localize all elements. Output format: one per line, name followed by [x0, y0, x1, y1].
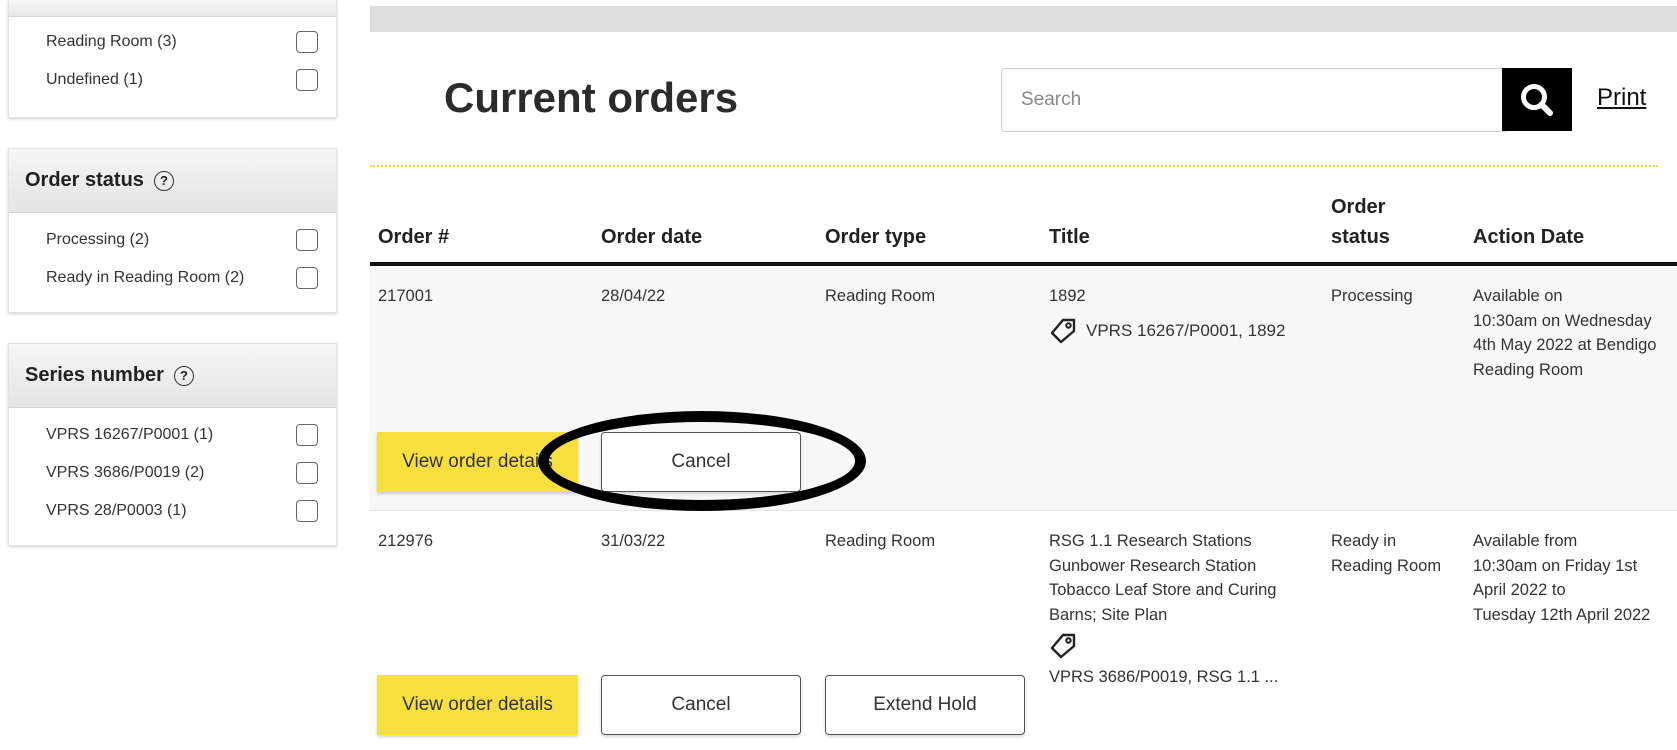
facet-item-vprs-28[interactable]: VPRS 28/P0003 (1) — [9, 492, 336, 530]
facet-label: Processing (2) — [46, 231, 150, 248]
action-date-line: Tuesday 12th April 2022 — [1473, 605, 1651, 624]
search-input[interactable] — [1001, 68, 1506, 132]
facet-item-vprs-16267[interactable]: VPRS 16267/P0001 (1) — [9, 416, 336, 454]
series-tag-label: VPRS 3686/P0019, RSG 1.1 ... — [1049, 668, 1279, 686]
order-title-line: RSG 1.1 Research Stations — [1049, 532, 1252, 550]
column-header-order-status-line2: status — [1331, 226, 1390, 248]
view-order-details-button[interactable]: View order details — [377, 675, 578, 735]
facet-checkbox[interactable] — [296, 69, 318, 91]
action-date-line: Available on — [1473, 287, 1563, 305]
facet-label: Ready in Reading Room (2) — [46, 269, 245, 286]
view-order-details-button[interactable]: View order details — [377, 432, 578, 492]
column-header-order-date[interactable]: Order date — [601, 222, 702, 252]
facet-item-processing[interactable]: Processing (2) — [9, 221, 336, 259]
order-status: Processing — [1331, 287, 1413, 305]
tag-icon — [1050, 633, 1076, 659]
facet-checkbox[interactable] — [296, 267, 318, 289]
facet-label: VPRS 3686/P0019 (2) — [46, 464, 205, 481]
facet-label: VPRS 28/P0003 (1) — [46, 502, 187, 519]
table-row: 217001 28/04/22 Reading Room 1892 VPRS 1… — [370, 266, 1677, 511]
order-title-line: Gunbower Research Station — [1049, 556, 1257, 575]
order-status-facet-panel: Order status ? Processing (2) Ready in R… — [8, 148, 337, 313]
facet-checkbox[interactable] — [296, 229, 318, 251]
order-status: Ready in Reading Room — [1331, 529, 1441, 578]
column-header-order-type[interactable]: Order type — [825, 222, 926, 252]
series-tag: VPRS 16267/P0001, 1892 — [1048, 316, 1285, 346]
search-button[interactable] — [1502, 68, 1572, 131]
action-date-line: April 2022 to — [1473, 581, 1566, 599]
top-bar — [370, 6, 1677, 32]
order-title-line: Barns; Site Plan — [1049, 605, 1168, 624]
order-title: RSG 1.1 Research Stations Gunbower Resea… — [1049, 529, 1276, 627]
order-title: 1892 — [1049, 287, 1086, 305]
series-number-facet-header[interactable]: Series number ? — [9, 344, 336, 408]
order-status-line: Ready in — [1331, 532, 1397, 550]
location-facet-header — [9, 0, 336, 17]
cancel-button[interactable]: Cancel — [601, 675, 801, 735]
table-header: Order # Order date Order type Title Orde… — [370, 190, 1677, 266]
facet-checkbox[interactable] — [296, 31, 318, 53]
action-date-line: 10:30am on Wednesday — [1473, 311, 1652, 330]
extend-hold-button[interactable]: Extend Hold — [825, 675, 1025, 735]
column-header-order-no[interactable]: Order # — [378, 222, 449, 252]
facet-label: VPRS 16267/P0001 (1) — [46, 426, 214, 443]
order-date: 28/04/22 — [601, 287, 666, 305]
section-divider — [370, 165, 1658, 167]
action-date-line: 10:30am on Friday 1st — [1473, 556, 1638, 575]
column-header-order-status-line1: Order — [1331, 196, 1386, 218]
help-icon[interactable]: ? — [173, 365, 194, 386]
column-header-order-status[interactable]: Order status — [1331, 192, 1390, 252]
location-facet-panel: Reading Room (3) Undefined (1) — [8, 0, 337, 118]
facet-item-reading-room[interactable]: Reading Room (3) — [9, 23, 336, 61]
action-date-line: Reading Room — [1473, 360, 1584, 379]
facet-item-ready-in-reading-room[interactable]: Ready in Reading Room (2) — [9, 259, 336, 297]
order-number: 217001 — [378, 287, 434, 305]
search-icon — [1521, 83, 1553, 116]
action-date-line: 4th May 2022 at Bendigo — [1473, 336, 1657, 354]
column-header-action-date[interactable]: Action Date — [1473, 222, 1584, 252]
facet-checkbox[interactable] — [296, 500, 318, 522]
order-type: Reading Room — [825, 287, 936, 305]
facet-title: Series number — [25, 364, 164, 386]
facet-label: Reading Room (3) — [46, 33, 177, 50]
facet-checkbox[interactable] — [296, 424, 318, 446]
facet-label: Undefined (1) — [46, 71, 143, 88]
help-icon[interactable]: ? — [153, 170, 174, 191]
facet-item-undefined[interactable]: Undefined (1) — [9, 61, 336, 99]
facet-item-vprs-3686[interactable]: VPRS 3686/P0019 (2) — [9, 454, 336, 492]
cancel-button[interactable]: Cancel — [601, 432, 801, 492]
facet-checkbox[interactable] — [296, 462, 318, 484]
series-number-facet-panel: Series number ? VPRS 16267/P0001 (1) VPR… — [8, 343, 337, 546]
tag-icon — [1050, 318, 1076, 344]
action-date: Available on 10:30am on Wednesday 4th Ma… — [1473, 284, 1656, 382]
facet-title: Order status — [25, 169, 144, 191]
series-tag-label: VPRS 16267/P0001, 1892 — [1086, 321, 1286, 340]
order-number: 212976 — [378, 532, 434, 550]
table-row: 212976 31/03/22 Reading Room RSG 1.1 Res… — [370, 511, 1677, 750]
order-status-facet-header[interactable]: Order status ? — [9, 149, 336, 213]
orders-table: Order # Order date Order type Title Orde… — [370, 190, 1677, 750]
action-date-line: Available from — [1473, 532, 1578, 550]
page-title: Current orders — [444, 74, 739, 121]
order-date: 31/03/22 — [601, 532, 666, 550]
order-status-line: Reading Room — [1331, 556, 1442, 575]
action-date: Available from 10:30am on Friday 1st Apr… — [1473, 529, 1650, 627]
print-link[interactable]: Print — [1597, 84, 1646, 112]
column-header-title[interactable]: Title — [1049, 222, 1090, 252]
order-title-line: Tobacco Leaf Store and Curing — [1049, 581, 1277, 599]
order-type: Reading Room — [825, 532, 936, 550]
